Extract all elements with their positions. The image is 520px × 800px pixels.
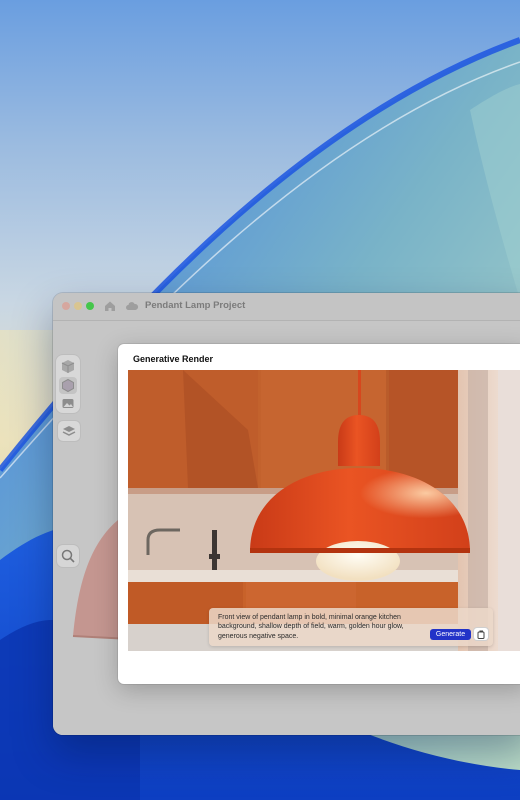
dialog-title: Generative Render bbox=[133, 354, 214, 364]
render-preview: Front view of pendant lamp in bold, mini… bbox=[128, 370, 520, 651]
image-icon[interactable] bbox=[59, 395, 77, 412]
prompt-box: Front view of pendant lamp in bold, mini… bbox=[209, 608, 493, 646]
zoom-button[interactable] bbox=[86, 302, 94, 310]
generative-render-dialog: Generative Render Front view of pendant … bbox=[118, 344, 520, 684]
cube-icon[interactable] bbox=[59, 358, 77, 375]
project-title: Pendant Lamp Project bbox=[145, 300, 246, 311]
cloud-icon[interactable] bbox=[125, 299, 139, 313]
close-button[interactable] bbox=[62, 302, 70, 310]
minimize-button[interactable] bbox=[74, 302, 82, 310]
generate-button[interactable]: Generate bbox=[430, 629, 471, 640]
title-bar: Pendant Lamp Project bbox=[53, 293, 520, 321]
layers-icon[interactable] bbox=[58, 421, 80, 441]
copy-icon[interactable] bbox=[474, 628, 488, 640]
prompt-text[interactable]: Front view of pendant lamp in bold, mini… bbox=[218, 613, 428, 641]
search-icon[interactable] bbox=[57, 545, 79, 567]
tool-rail bbox=[56, 355, 80, 413]
hexagon-icon[interactable] bbox=[59, 377, 77, 394]
home-icon[interactable] bbox=[103, 299, 117, 313]
